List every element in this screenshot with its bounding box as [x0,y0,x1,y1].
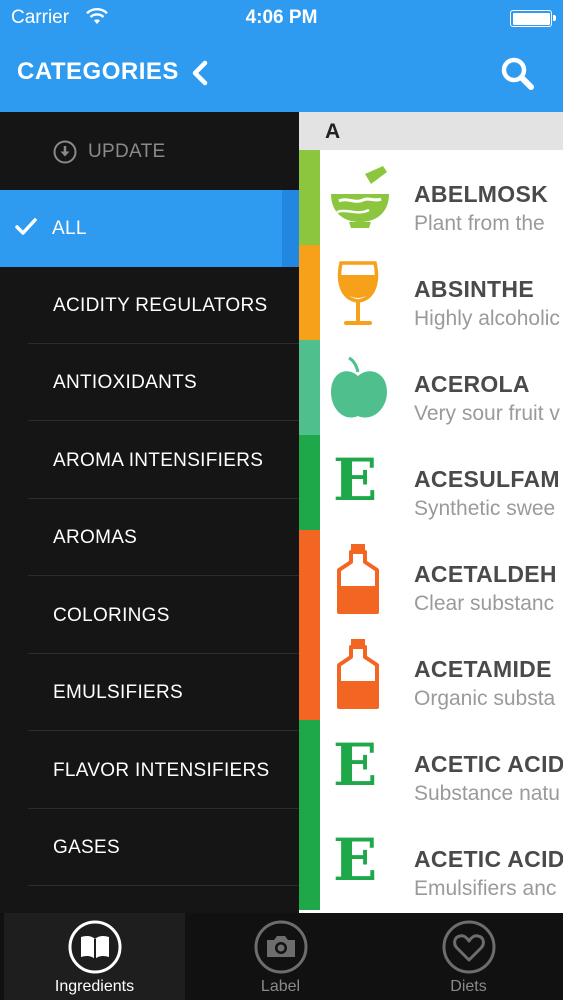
list-item[interactable]: ACEROLA Very sour fruit v [299,340,563,435]
category-color-bar [299,435,320,530]
category-color-bar [299,720,320,815]
tab-label: Ingredients [54,978,135,995]
tab-bar: Ingredients Label Diets [0,913,563,1000]
list-item[interactable]: ACETALDEH Clear substanc [299,530,563,625]
list-item[interactable]: E ACETIC ACID Substance natu [299,720,563,815]
tab-label: Label [260,978,301,995]
item-name: ABELMOSK [414,181,549,207]
search-icon[interactable] [500,56,536,97]
category-color-bar [299,530,320,625]
section-header: A [299,112,563,150]
update-label: UPDATE [88,141,166,162]
sidebar-item-label: AROMAS [53,527,138,548]
item-name: ACETAMIDE [414,656,552,682]
divider [28,730,299,731]
selection-stripe [282,190,299,267]
bottle-icon [327,544,393,614]
tab-diets[interactable]: Diets [378,913,559,1000]
tab-ingredients[interactable]: Ingredients [4,913,185,1000]
page-title: CATEGORIES [17,58,179,85]
divider [28,420,299,421]
download-icon [53,140,77,169]
list-item[interactable]: ABELMOSK Plant from the [299,150,563,245]
sidebar-item-aroma-intensifiers[interactable]: AROMA INTENSIFIERS [0,422,299,499]
update-button[interactable]: UPDATE [0,112,299,190]
mortar-pestle-icon [327,164,393,234]
e-number-icon: E [333,446,378,514]
sidebar-item-label: EMULSIFIERS [53,682,183,703]
category-color-bar [299,815,320,910]
sidebar-item-all[interactable]: ALL [0,190,299,267]
item-description: Organic substa [414,687,556,710]
sidebar-item-label: ACIDITY REGULATORS [53,295,268,316]
item-description: Plant from the [414,212,545,235]
sidebar-item-emulsifiers[interactable]: EMULSIFIERS [0,654,299,731]
list-item[interactable]: E ACETIC ACID Emulsifiers anc [299,815,563,910]
item-description: Emulsifiers anc [414,877,557,900]
sidebar-item-gases[interactable]: GASES [0,809,299,886]
item-description: Synthetic swee [414,497,556,520]
battery-icon [510,10,556,27]
tab-label-scan[interactable]: Label [190,913,371,1000]
camera-icon [254,920,308,974]
checkmark-icon [15,218,37,241]
status-bar: Carrier 4:06 PM [0,0,563,36]
divider [28,885,299,886]
category-color-bar [299,245,320,340]
item-name: ACETIC ACID [414,846,563,872]
category-color-bar [299,150,320,245]
top-bar: Carrier 4:06 PM CATEGORIES [0,0,563,112]
category-color-bar [299,625,320,720]
item-name: ACETALDEH [414,561,557,587]
sidebar-item-aromas[interactable]: AROMAS [0,499,299,576]
item-description: Substance natu [414,782,560,805]
book-icon [68,920,122,974]
item-name: ACESULFAM [414,466,560,492]
sidebar-item-antioxidants[interactable]: ANTIOXIDANTS [0,344,299,421]
list-item[interactable]: ACETAMIDE Organic substa [299,625,563,720]
section-letter: A [325,120,341,143]
sidebar-item-flavor-intensifiers[interactable]: FLAVOR INTENSIFIERS [0,732,299,809]
item-name: ABSINTHE [414,276,534,302]
sidebar-item-label: AROMA INTENSIFIERS [53,450,264,471]
sidebar-item-acidity-regulators[interactable]: ACIDITY REGULATORS [0,267,299,344]
item-description: Clear substanc [414,592,555,615]
category-sidebar: UPDATE ALL ACIDITY REGULATORS ANTIOXIDAN… [0,112,299,913]
sidebar-item-label: COLORINGS [53,605,170,626]
tab-label: Diets [450,978,487,995]
wine-glass-icon [327,259,393,329]
category-color-bar [299,340,320,435]
sidebar-item-label: ALL [52,218,87,239]
e-number-icon: E [333,731,378,799]
list-item[interactable]: ABSINTHE Highly alcoholic [299,245,563,340]
ingredient-list[interactable]: A ABELMOSK Plant from the ABSINTHE Highl… [299,112,563,913]
item-name: ACEROLA [414,371,530,397]
chevron-left-icon[interactable] [190,60,210,91]
divider [28,575,299,576]
item-name: ACETIC ACID [414,751,563,777]
apple-icon [327,354,393,424]
item-description: Very sour fruit v [414,402,560,425]
list-item[interactable]: E ACESULFAM Synthetic swee [299,435,563,530]
sidebar-item-colorings[interactable]: COLORINGS [0,577,299,654]
bottle-icon [327,639,393,709]
sidebar-item-label: ANTIOXIDANTS [53,372,198,393]
sidebar-item-label: GASES [53,837,120,858]
e-number-icon: E [333,826,378,894]
sidebar-item-label: FLAVOR INTENSIFIERS [53,760,270,781]
item-description: Highly alcoholic [414,307,560,330]
clock: 4:06 PM [245,7,318,28]
heart-icon [442,920,496,974]
